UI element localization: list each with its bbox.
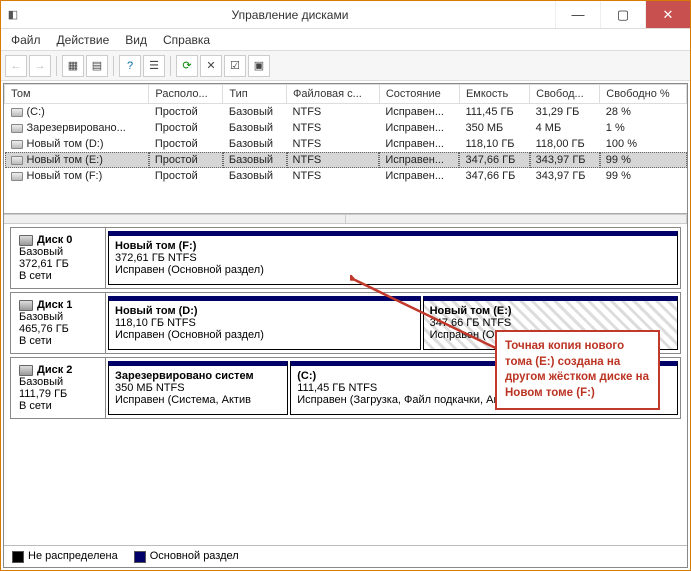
delete-icon[interactable]: ✕	[200, 55, 222, 77]
partition-size: 347,66 ГБ NTFS	[430, 317, 671, 329]
disk-name: Диск 0	[37, 234, 72, 246]
table-row[interactable]: Зарезервировано...ПростойБазовыйNTFSИспр…	[5, 120, 687, 136]
disk-size: 372,61 ГБ	[19, 258, 97, 270]
menu-action[interactable]: Действие	[51, 31, 116, 49]
refresh-icon[interactable]: ⟳	[176, 55, 198, 77]
disk-name: Диск 2	[37, 364, 72, 376]
tool4-icon[interactable]: ☰	[143, 55, 165, 77]
menu-view[interactable]: Вид	[119, 31, 153, 49]
forward-icon: →	[29, 55, 51, 77]
disk-row: Диск 0Базовый372,61 ГБВ сети Новый том (F…	[10, 227, 681, 289]
disk-icon	[19, 300, 33, 311]
disk-size: 465,76 ГБ	[19, 323, 97, 335]
partition[interactable]: Новый том (F:)372,61 ГБ NTFSИсправен (Ос…	[108, 231, 678, 285]
volume-table[interactable]: ТомРасполо...ТипФайловая с...СостояниеЕм…	[4, 84, 687, 184]
table-row[interactable]: Новый том (D:)ПростойБазовыйNTFSИсправен…	[5, 136, 687, 152]
menu-help[interactable]: Справка	[157, 31, 216, 49]
disk-size: 111,79 ГБ	[19, 388, 97, 400]
col-pct[interactable]: Свободно %	[600, 85, 687, 104]
disk-state: В сети	[19, 270, 97, 282]
col-free[interactable]: Свобод...	[530, 85, 600, 104]
col-type[interactable]: Тип	[223, 85, 287, 104]
disk-type: Базовый	[19, 311, 97, 323]
col-layout[interactable]: Располо...	[149, 85, 223, 104]
partition-title: Зарезервировано систем	[115, 370, 281, 382]
disk-name: Диск 1	[37, 299, 72, 311]
partition-status: Исправен (Система, Актив	[115, 394, 281, 406]
partition[interactable]: Новый том (D:)118,10 ГБ NTFSИсправен (Ос…	[108, 296, 421, 350]
app-icon: ◧	[1, 8, 25, 21]
partition-title: Новый том (E:)	[430, 305, 671, 317]
view2-icon[interactable]: ▤	[86, 55, 108, 77]
table-row[interactable]: Новый том (F:)ПростойБазовыйNTFSИсправен…	[5, 168, 687, 184]
drive-icon	[11, 140, 23, 149]
col-cap[interactable]: Емкость	[459, 85, 529, 104]
help-icon[interactable]: ?	[119, 55, 141, 77]
window-title: Управление дисками	[25, 8, 555, 22]
tool8-icon[interactable]: ▣	[248, 55, 270, 77]
disk-type: Базовый	[19, 376, 97, 388]
splitter[interactable]	[4, 214, 687, 224]
partition-title: Новый том (D:)	[115, 305, 414, 317]
disk-state: В сети	[19, 400, 97, 412]
disk-state: В сети	[19, 335, 97, 347]
drive-icon	[11, 172, 23, 181]
drive-icon	[11, 108, 23, 117]
legend-unallocated: Не распределена	[12, 550, 118, 562]
partition-status: Исправен (Основной раздел)	[115, 264, 671, 276]
minimize-button[interactable]: —	[555, 1, 600, 28]
partition[interactable]: Зарезервировано систем350 МБ NTFSИсправе…	[108, 361, 288, 415]
legend-primary: Основной раздел	[134, 550, 239, 562]
drive-icon	[11, 124, 23, 133]
table-row[interactable]: (C:)ПростойБазовыйNTFSИсправен...111,45 …	[5, 104, 687, 121]
disk-icon	[19, 365, 33, 376]
partition-size: 118,10 ГБ NTFS	[115, 317, 414, 329]
table-row[interactable]: Новый том (E:)ПростойБазовыйNTFSИсправен…	[5, 152, 687, 168]
annotation-callout: Точная копия нового тома (E:) создана на…	[495, 330, 660, 410]
back-icon: ←	[5, 55, 27, 77]
drive-icon	[11, 156, 23, 165]
col-fs[interactable]: Файловая с...	[287, 85, 380, 104]
view1-icon[interactable]: ▦	[62, 55, 84, 77]
menu-file[interactable]: Файл	[5, 31, 47, 49]
disk-icon	[19, 235, 33, 246]
col-vol[interactable]: Том	[5, 85, 149, 104]
partition-title: Новый том (F:)	[115, 240, 671, 252]
partition-size: 372,61 ГБ NTFS	[115, 252, 671, 264]
partition-size: 350 МБ NTFS	[115, 382, 281, 394]
col-status[interactable]: Состояние	[379, 85, 459, 104]
partition-status: Исправен (Основной раздел)	[115, 329, 414, 341]
props-icon[interactable]: ☑	[224, 55, 246, 77]
maximize-button[interactable]: ▢	[600, 1, 645, 28]
disk-type: Базовый	[19, 246, 97, 258]
close-button[interactable]: ✕	[645, 1, 690, 28]
